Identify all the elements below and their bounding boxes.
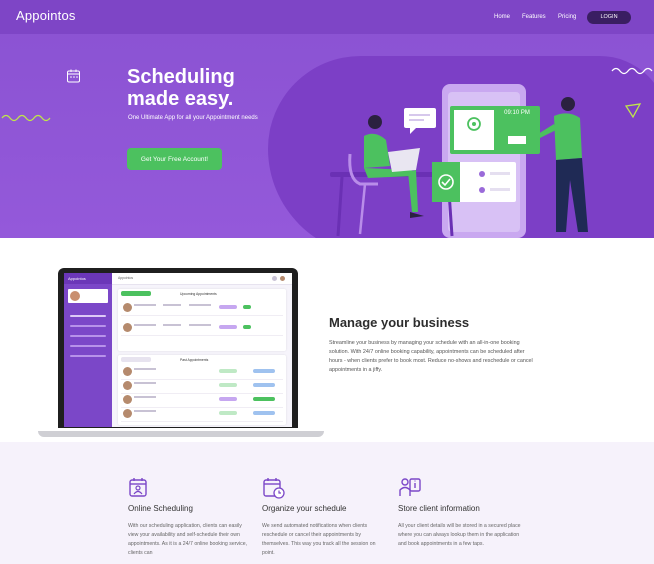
triangle-doodle-icon — [624, 103, 642, 119]
feature-description: All your client details will be stored i… — [398, 523, 521, 547]
sidebar-menu-item — [70, 315, 106, 317]
status-badge — [253, 383, 275, 387]
avatar — [280, 276, 285, 281]
hero-section: Appointos Home Features Pricing LOGIN Sc… — [0, 0, 654, 238]
hero-subtitle: One Ultimate App for all your Appointmen… — [128, 115, 258, 121]
status-badge — [219, 383, 237, 387]
avatar — [70, 291, 80, 301]
avatar — [123, 323, 132, 332]
manage-section: Appointos Appointos Upcoming Appointment… — [0, 238, 654, 442]
features-section: Online Scheduling With our scheduling ap… — [0, 442, 654, 564]
nav-pricing-link[interactable]: Pricing — [558, 14, 576, 20]
login-button[interactable]: LOGIN — [587, 11, 631, 24]
dashboard-profile — [68, 289, 108, 303]
avatar — [123, 395, 132, 404]
status-badge — [243, 325, 251, 329]
table-row — [121, 393, 283, 408]
upcoming-appointments-panel: Upcoming Appointments — [118, 289, 286, 351]
status-badge — [243, 305, 251, 309]
card-time-label: 09:10 PM — [504, 110, 530, 116]
row-text-line — [163, 324, 181, 326]
row-text-line — [134, 396, 156, 398]
wave-doodle-right-icon — [611, 67, 653, 75]
client-info-icon — [399, 478, 421, 496]
table-row — [121, 321, 283, 336]
get-free-account-button[interactable]: Get Your Free Account! — [127, 148, 222, 170]
avatar — [123, 409, 132, 418]
table-row — [121, 365, 283, 380]
top-nav-bar — [0, 0, 654, 34]
avatar — [123, 367, 132, 376]
table-row — [121, 301, 283, 316]
panel-title: Past Appointments — [180, 358, 209, 362]
hero-title: Scheduling made easy. — [127, 66, 235, 110]
dashboard-topbar-brand: Appointos — [118, 276, 134, 280]
table-row — [121, 379, 283, 394]
avatar — [123, 381, 132, 390]
calendar-clock-icon — [263, 478, 285, 499]
dashboard-sidebar: Appointos — [64, 273, 112, 427]
sidebar-menu-item — [70, 355, 106, 357]
hero-title-line-1: Scheduling — [127, 66, 235, 88]
dashboard-brand: Appointos — [64, 273, 112, 284]
logo[interactable]: Appointos — [16, 8, 76, 23]
feature-title: Store client information — [398, 504, 480, 513]
laptop-base — [38, 431, 324, 437]
row-text-line — [134, 304, 156, 306]
hero-title-line-2: made easy. — [127, 88, 234, 110]
notification-icon — [272, 276, 277, 281]
row-text-line — [134, 324, 156, 326]
status-badge — [219, 305, 237, 309]
feature-description: We send automated notifications when cli… — [262, 523, 376, 556]
feature-title: Online Scheduling — [128, 504, 193, 513]
row-text-line — [189, 304, 211, 306]
status-badge — [219, 369, 237, 373]
nav-home-link[interactable]: Home — [494, 14, 510, 20]
feature-title: Organize your schedule — [262, 504, 347, 513]
status-badge — [253, 369, 275, 373]
dashboard-topbar: Appointos — [112, 273, 292, 285]
calendar-doodle-icon — [67, 69, 80, 83]
nav-features-link[interactable]: Features — [522, 14, 546, 20]
avatar — [123, 303, 132, 312]
status-badge — [219, 411, 237, 415]
manage-description: Streamline your business by managing you… — [329, 340, 533, 373]
status-badge — [253, 411, 275, 415]
sidebar-menu-item — [70, 325, 106, 327]
calendar-user-icon — [129, 478, 147, 497]
feature-description: With our scheduling application, clients… — [128, 523, 248, 556]
panel-chip — [121, 357, 151, 362]
wave-doodle-left-icon — [1, 114, 51, 122]
status-badge — [219, 325, 237, 329]
manage-title: Manage your business — [329, 315, 470, 330]
row-text-line — [134, 410, 156, 412]
sidebar-menu-item — [70, 345, 106, 347]
sidebar-menu-item — [70, 335, 106, 337]
panel-chip — [121, 291, 151, 296]
past-appointments-panel: Past Appointments — [118, 355, 286, 425]
row-text-line — [163, 304, 181, 306]
status-badge — [219, 397, 237, 401]
row-text-line — [189, 324, 211, 326]
row-text-line — [134, 382, 156, 384]
row-text-line — [134, 368, 156, 370]
table-row — [121, 407, 283, 422]
status-badge — [253, 397, 275, 401]
panel-title: Upcoming Appointments — [180, 292, 217, 296]
hero-illustration — [330, 84, 588, 238]
dashboard-screenshot: Appointos Appointos Upcoming Appointment… — [64, 273, 292, 427]
